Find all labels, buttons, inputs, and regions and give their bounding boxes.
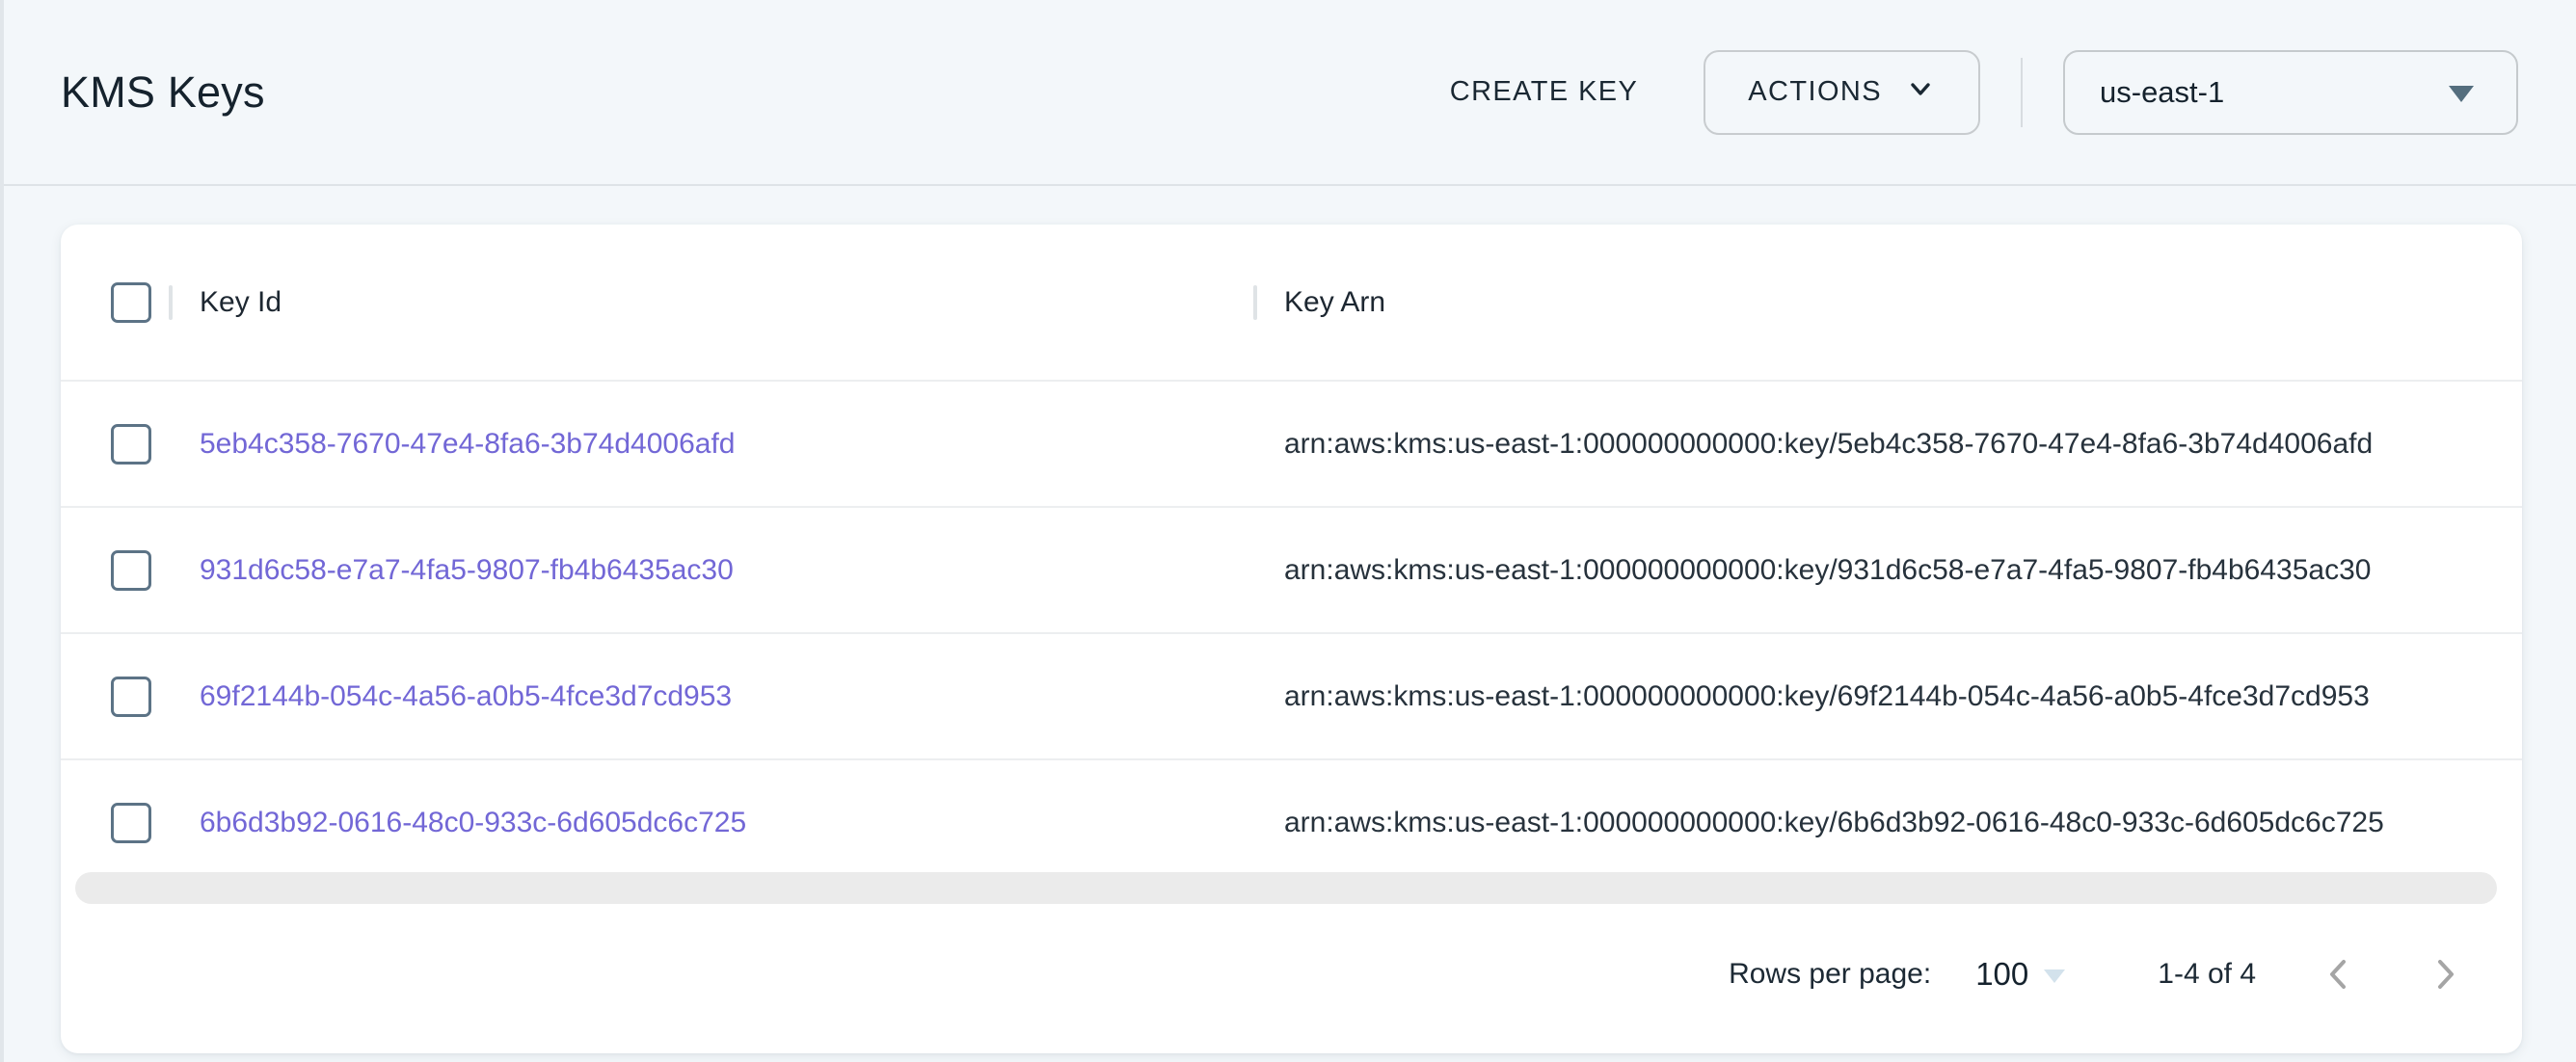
key-id-link[interactable]: 69f2144b-054c-4a56-a0b5-4fce3d7cd953 (200, 680, 732, 713)
cell-key-id: 6b6d3b92-0616-48c0-933c-6d605dc6c725 (169, 807, 1253, 839)
key-id-link[interactable]: 5eb4c358-7670-47e4-8fa6-3b74d4006afd (200, 428, 735, 461)
page-left-edge (0, 0, 4, 1062)
key-id-link[interactable]: 6b6d3b92-0616-48c0-933c-6d605dc6c725 (200, 807, 746, 839)
row-checkbox[interactable] (111, 424, 151, 465)
chevron-right-icon (2424, 953, 2466, 996)
table-header-row: Key Id Key Arn (61, 225, 2522, 380)
header-actions-group: CREATE KEY ACTIONS us-east-1 (1429, 50, 2518, 135)
actions-button[interactable]: ACTIONS (1704, 50, 1980, 135)
header-cell-key-id[interactable]: Key Id (169, 285, 1253, 320)
actions-button-label: ACTIONS (1748, 76, 1882, 108)
next-page-button[interactable] (2422, 951, 2468, 997)
cell-key-arn: arn:aws:kms:us-east-1:000000000000:key/9… (1253, 554, 2522, 587)
header-checkbox-cell (61, 282, 169, 323)
rows-per-page-value: 100 (1975, 956, 2028, 993)
row-checkbox-cell (61, 550, 169, 591)
cell-key-arn: arn:aws:kms:us-east-1:000000000000:key/6… (1253, 807, 2522, 839)
key-id-link[interactable]: 931d6c58-e7a7-4fa5-9807-fb4b6435ac30 (200, 554, 734, 587)
column-header-label: Key Arn (1284, 286, 1385, 319)
horizontal-scrollbar-thumb[interactable] (75, 872, 2497, 904)
table-row[interactable]: 6b6d3b92-0616-48c0-933c-6d605dc6c725 arn… (61, 758, 2522, 885)
column-resize-handle[interactable] (1253, 285, 1257, 320)
cell-key-id: 931d6c58-e7a7-4fa5-9807-fb4b6435ac30 (169, 554, 1253, 587)
column-header-label: Key Id (200, 286, 282, 319)
region-select[interactable]: us-east-1 (2063, 50, 2518, 135)
header-cell-key-arn[interactable]: Key Arn (1253, 285, 2522, 320)
kms-keys-table-card: Key Id Key Arn 5eb4c358-7670-47e4-8fa6-3… (61, 225, 2522, 1053)
table-row[interactable]: 69f2144b-054c-4a56-a0b5-4fce3d7cd953 arn… (61, 632, 2522, 758)
cell-key-id: 69f2144b-054c-4a56-a0b5-4fce3d7cd953 (169, 680, 1253, 713)
create-key-button[interactable]: CREATE KEY (1429, 59, 1660, 125)
cell-key-id: 5eb4c358-7670-47e4-8fa6-3b74d4006afd (169, 428, 1253, 461)
dropdown-arrow-icon (2449, 86, 2474, 102)
table-row[interactable]: 5eb4c358-7670-47e4-8fa6-3b74d4006afd arn… (61, 380, 2522, 506)
rows-per-page-label: Rows per page: (1729, 958, 1931, 991)
cell-key-arn: arn:aws:kms:us-east-1:000000000000:key/5… (1253, 428, 2522, 461)
key-arn-text: arn:aws:kms:us-east-1:000000000000:key/6… (1284, 807, 2384, 839)
horizontal-scrollbar (61, 872, 2522, 904)
row-checkbox[interactable] (111, 550, 151, 591)
page-title: KMS Keys (61, 67, 265, 118)
cell-key-arn: arn:aws:kms:us-east-1:000000000000:key/6… (1253, 680, 2522, 713)
row-checkbox-cell (61, 677, 169, 717)
chevron-down-icon (1905, 73, 1936, 112)
table-row[interactable]: 931d6c58-e7a7-4fa5-9807-fb4b6435ac30 arn… (61, 506, 2522, 632)
pagination-range-label: 1-4 of 4 (2158, 958, 2256, 991)
chevron-left-icon (2318, 953, 2360, 996)
row-checkbox[interactable] (111, 803, 151, 843)
rows-per-page-select[interactable]: 100 (1975, 956, 2065, 993)
region-select-value: us-east-1 (2100, 75, 2224, 110)
select-all-checkbox[interactable] (111, 282, 151, 323)
row-checkbox-cell (61, 803, 169, 843)
page-header: KMS Keys CREATE KEY ACTIONS us-east-1 (0, 0, 2576, 186)
dropdown-arrow-icon (2044, 969, 2065, 983)
key-arn-text: arn:aws:kms:us-east-1:000000000000:key/5… (1284, 428, 2373, 461)
row-checkbox[interactable] (111, 677, 151, 717)
key-arn-text: arn:aws:kms:us-east-1:000000000000:key/6… (1284, 680, 2370, 713)
column-resize-handle[interactable] (169, 285, 173, 320)
row-checkbox-cell (61, 424, 169, 465)
previous-page-button[interactable] (2316, 951, 2362, 997)
header-divider (2021, 58, 2023, 127)
table-pagination: Rows per page: 100 1-4 of 4 (61, 904, 2522, 1053)
key-arn-text: arn:aws:kms:us-east-1:000000000000:key/9… (1284, 554, 2371, 587)
